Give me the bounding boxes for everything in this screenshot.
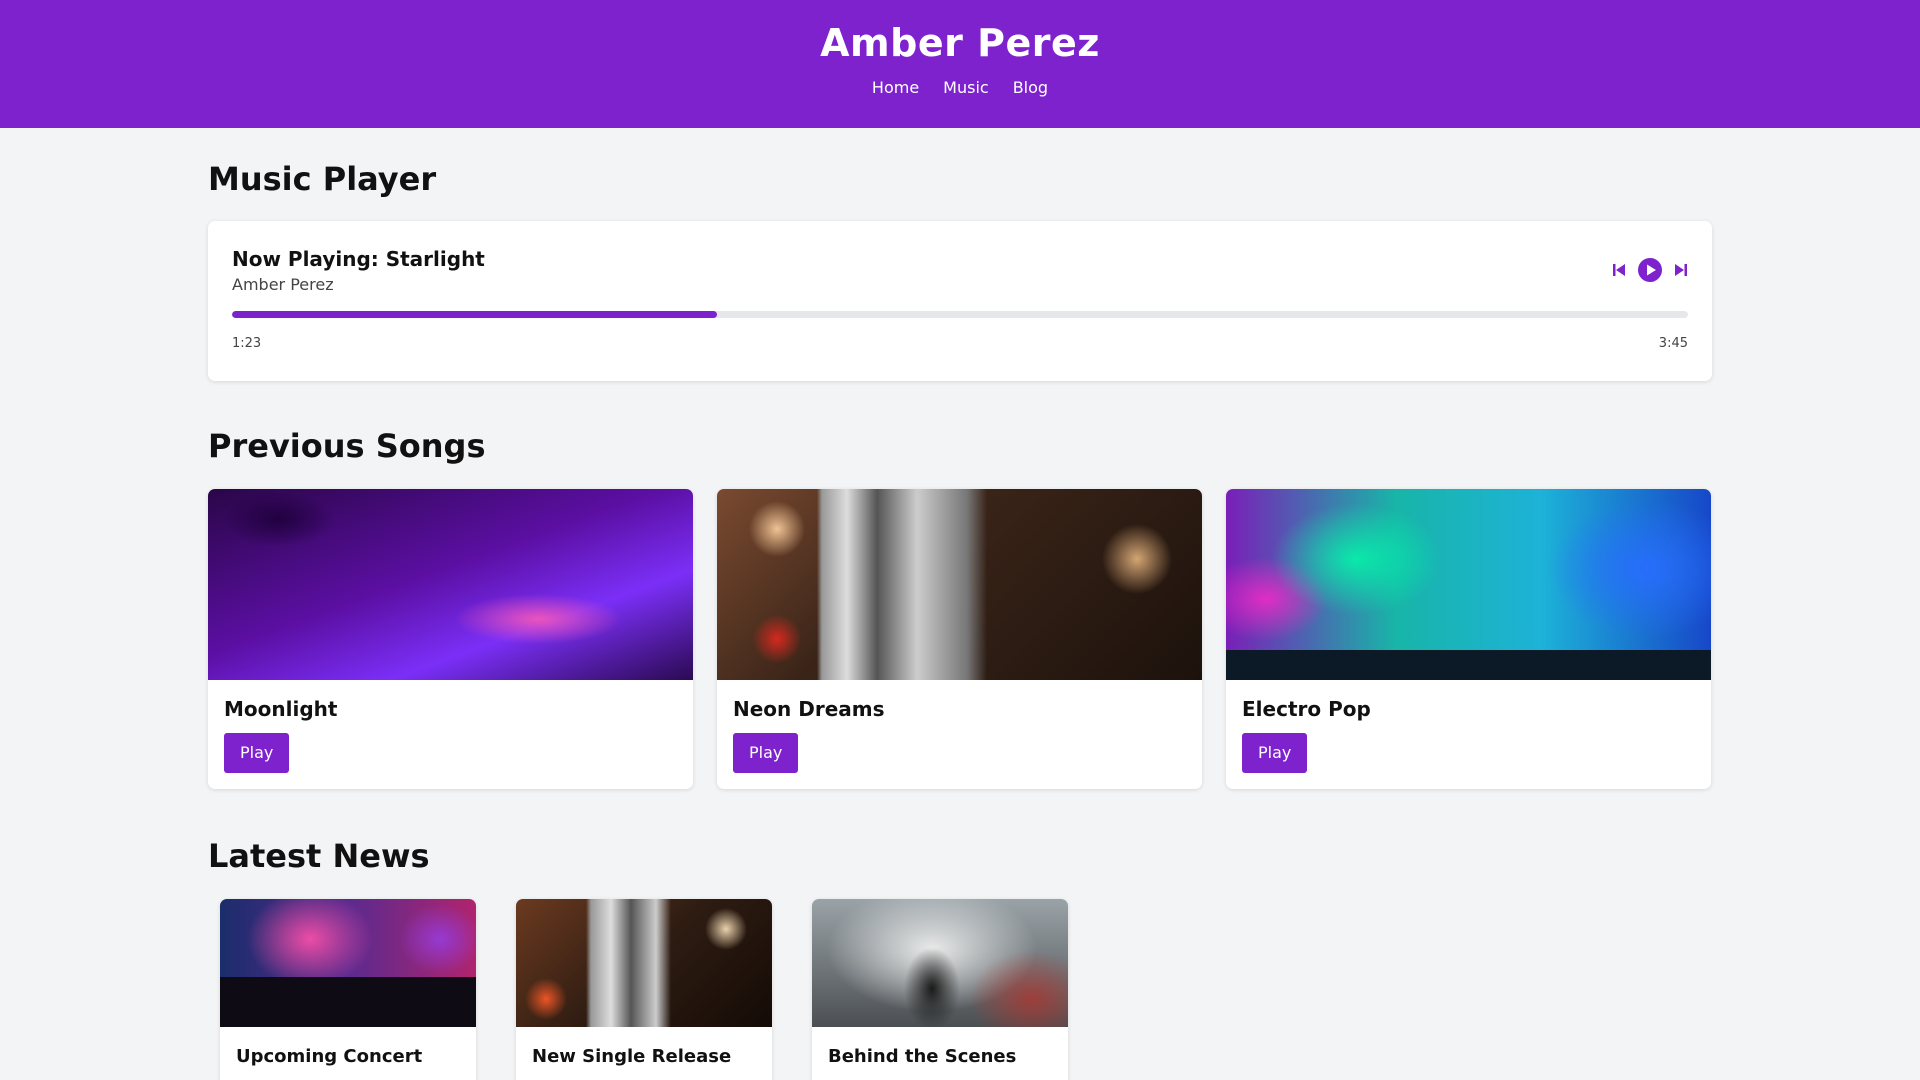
news-card[interactable]: Upcoming Concert <box>220 899 476 1080</box>
concert-crowd-image <box>220 899 476 1027</box>
latest-news-list: Upcoming Concert New Single Release Behi… <box>208 899 1712 1080</box>
play-button[interactable]: Play <box>733 733 799 773</box>
music-player-heading: Music Player <box>208 160 437 198</box>
latest-news-heading: Latest News <box>208 837 430 875</box>
song-title: Moonlight <box>224 697 338 721</box>
nav-home[interactable]: Home <box>872 78 919 97</box>
news-card[interactable]: Behind the Scenes <box>812 899 1068 1080</box>
player-controls <box>1612 258 1688 282</box>
total-time: 3:45 <box>1658 336 1688 351</box>
news-title: Upcoming Concert <box>236 1046 423 1067</box>
performer-smoke-image <box>812 899 1068 1027</box>
microphone-image <box>717 489 1202 680</box>
now-playing-title: Now Playing: Starlight <box>232 247 485 271</box>
concert-lights-image <box>1226 489 1711 680</box>
site-header: Amber Perez Home Music Blog <box>0 0 1920 128</box>
previous-songs-heading: Previous Songs <box>208 427 486 465</box>
skip-previous-icon[interactable] <box>1612 262 1626 278</box>
site-title: Amber Perez <box>820 21 1100 65</box>
play-icon[interactable] <box>1638 258 1662 282</box>
news-card[interactable]: New Single Release <box>516 899 772 1080</box>
news-title: Behind the Scenes <box>828 1046 1017 1067</box>
song-title: Electro Pop <box>1242 697 1371 721</box>
song-card: Moonlight Play <box>208 489 693 789</box>
play-button[interactable]: Play <box>224 733 290 773</box>
song-title: Neon Dreams <box>733 697 885 721</box>
time-row: 1:23 3:45 <box>232 336 1688 351</box>
now-playing-artist: Amber Perez <box>232 275 334 294</box>
news-title: New Single Release <box>532 1046 732 1067</box>
play-button[interactable]: Play <box>1242 733 1308 773</box>
previous-songs-list: Moonlight Play Neon Dreams Play Electro … <box>208 489 1712 789</box>
song-card: Electro Pop Play <box>1226 489 1711 789</box>
main-content: Music Player Now Playing: Starlight Ambe… <box>208 159 1712 1080</box>
dj-turntable-image <box>208 489 693 680</box>
progress-fill <box>232 311 717 318</box>
nav-blog[interactable]: Blog <box>1013 78 1048 97</box>
microphone-image <box>516 899 772 1027</box>
main-nav: Home Music Blog <box>0 78 1920 97</box>
progress-bar[interactable] <box>232 311 1688 318</box>
song-card: Neon Dreams Play <box>717 489 1202 789</box>
nav-music[interactable]: Music <box>943 78 989 97</box>
music-player: Now Playing: Starlight Amber Perez 1:23 … <box>208 221 1712 381</box>
skip-next-icon[interactable] <box>1674 262 1688 278</box>
current-time: 1:23 <box>232 336 262 351</box>
